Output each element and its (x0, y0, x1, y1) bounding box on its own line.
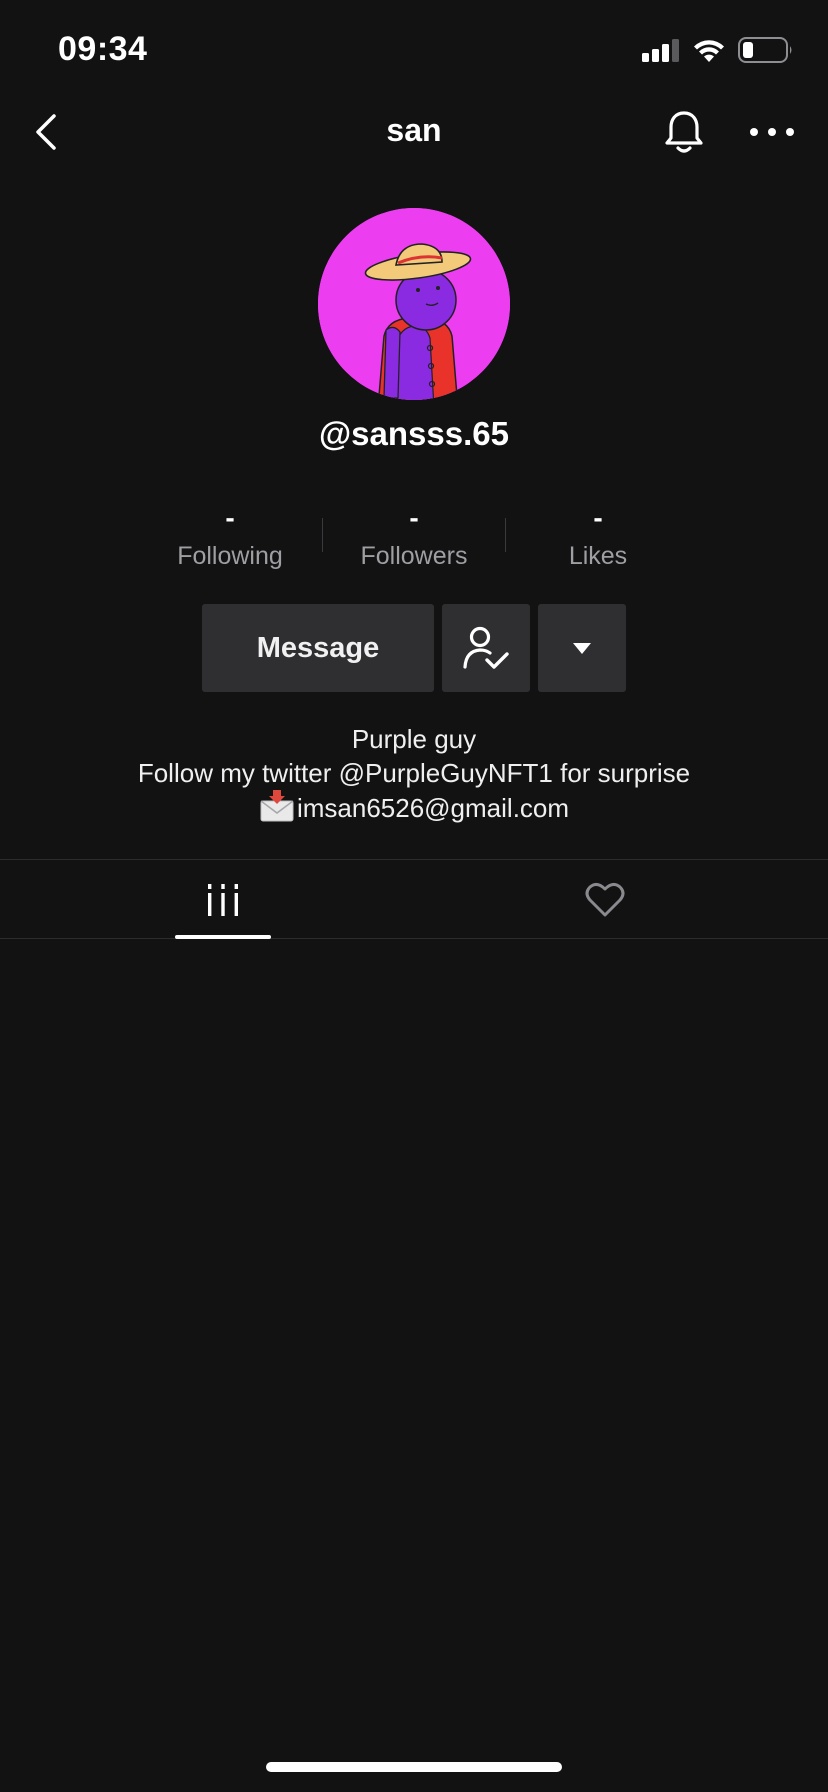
profile-actions: Message (202, 604, 626, 692)
status-time: 09:34 (58, 30, 148, 68)
content-tabs (0, 859, 828, 939)
bio-line: Purple guy (351, 724, 477, 754)
profile-handle: @sansss.65 (319, 415, 509, 452)
nav-bar: san (0, 98, 828, 168)
profile-screen: 09:34 san @sansss.65 - Following - Follo… (0, 0, 828, 1792)
stat-label: Following (177, 542, 283, 570)
stat-label: Likes (568, 542, 628, 570)
stat-following[interactable]: - Following (138, 500, 322, 580)
stat-followers[interactable]: - Followers (322, 500, 506, 580)
bio-email-line: imsan6526@gmail.com (0, 790, 828, 825)
stat-value: - (225, 502, 235, 533)
tab-liked[interactable] (557, 860, 653, 939)
heart-outline-icon (585, 882, 625, 916)
battery-icon (738, 37, 792, 63)
status-icons (642, 34, 794, 66)
profile-bio: Purple guy Follow my twitter @PurpleGuyN… (0, 722, 828, 825)
user-check-icon (463, 626, 509, 669)
status-bar: 09:34 (0, 0, 828, 100)
following-button[interactable] (442, 604, 530, 692)
bio-email: imsan6526@gmail.com (296, 793, 570, 823)
stat-value: - (593, 502, 603, 533)
active-tab-indicator (175, 935, 271, 939)
stat-likes[interactable]: - Likes (506, 500, 690, 580)
envelope-arrow-icon (260, 790, 294, 822)
message-button[interactable]: Message (202, 604, 434, 692)
more-options-dropdown-button[interactable] (538, 604, 626, 692)
more-horizontal-icon[interactable] (748, 116, 796, 148)
bell-icon[interactable] (662, 108, 706, 156)
stat-value: - (409, 502, 419, 533)
profile-stats: - Following - Followers - Likes (138, 500, 690, 580)
bio-line: Follow my twitter @PurpleGuyNFT1 for sur… (137, 758, 691, 788)
signal-icon (642, 39, 679, 62)
caret-down-icon (573, 643, 591, 654)
tab-videos[interactable] (175, 860, 271, 939)
home-indicator[interactable] (266, 1762, 562, 1772)
avatar[interactable] (318, 208, 510, 400)
stat-label: Followers (360, 542, 468, 570)
stat-divider (322, 518, 323, 552)
wifi-icon (694, 40, 724, 62)
avatar-illustration (318, 208, 510, 400)
grid-icon (208, 883, 238, 916)
